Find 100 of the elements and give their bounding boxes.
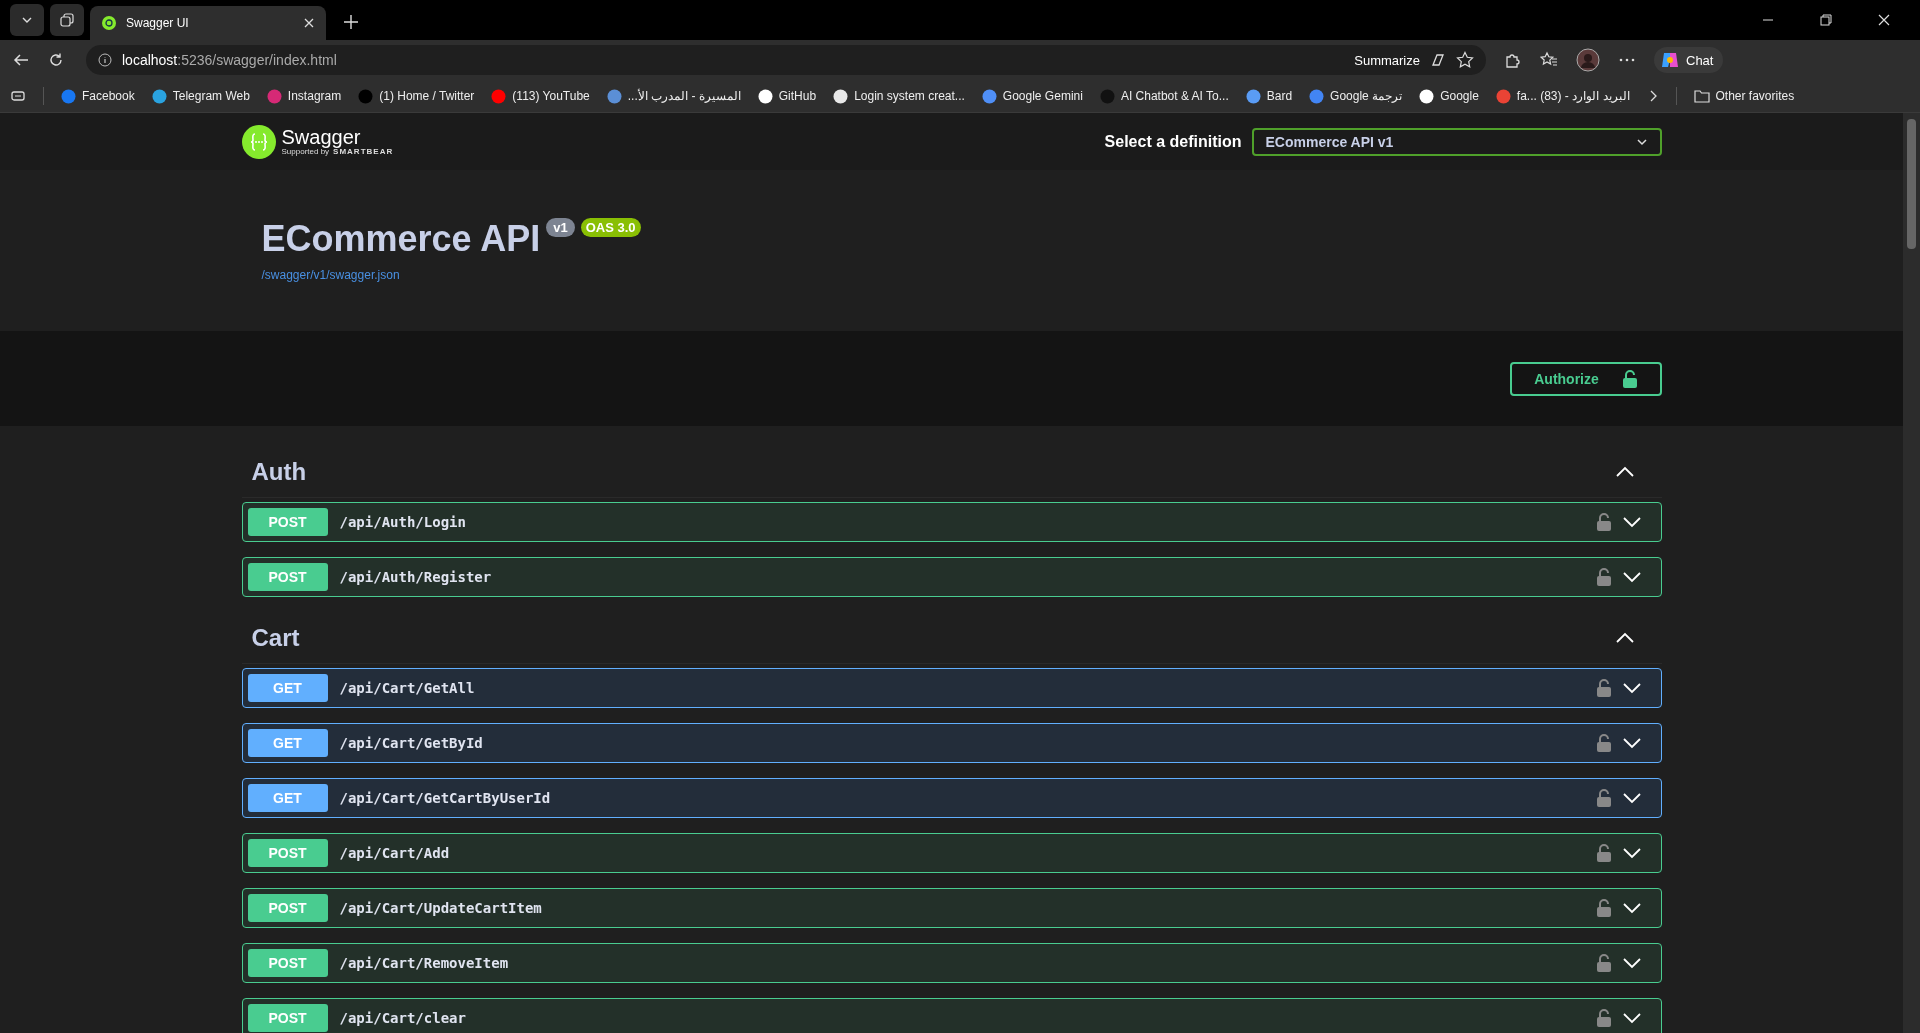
restore-icon[interactable] — [1820, 14, 1832, 26]
oas-tag: OAS 3.0 — [580, 218, 641, 237]
method-badge: POST — [247, 949, 328, 977]
unlocked-padlock-icon[interactable] — [1596, 679, 1611, 697]
chevron-down-icon[interactable] — [1622, 1012, 1641, 1024]
site-icon — [833, 88, 849, 104]
workspaces-button[interactable] — [50, 4, 84, 36]
bookmark-link[interactable]: (1) Home / Twitter — [358, 88, 475, 104]
reload-icon[interactable] — [48, 52, 64, 68]
endpoint-path: /api/Cart/GetCartByUserId — [339, 790, 551, 806]
site-icon — [358, 88, 374, 104]
endpoint-row[interactable]: GET /api/Cart/GetAll — [241, 668, 1662, 708]
bookmark-link[interactable]: Login system creat... — [833, 88, 965, 104]
chevron-down-icon[interactable] — [1622, 571, 1641, 583]
site-icon — [1099, 88, 1115, 104]
info-icon — [98, 53, 112, 67]
endpoint-path: /api/Cart/UpdateCartItem — [339, 900, 542, 916]
chevron-down-icon[interactable] — [1622, 957, 1641, 969]
site-icon — [1495, 88, 1511, 104]
bookmark-link[interactable]: GitHub — [757, 88, 817, 104]
unlocked-padlock-icon[interactable] — [1596, 844, 1611, 862]
method-badge: POST — [247, 563, 328, 591]
definition-label: Select a definition — [1104, 132, 1242, 151]
unlocked-padlock-icon[interactable] — [1596, 899, 1611, 917]
avatar-icon[interactable] — [1576, 48, 1600, 72]
address-bar[interactable]: localhost:5236/swagger/index.html Summarize — [86, 45, 1486, 75]
spec-link[interactable]: /swagger/v1/swagger.json — [261, 268, 400, 282]
bookmark-link[interactable]: Bard — [1245, 88, 1293, 104]
puzzle-piece-icon[interactable] — [1504, 51, 1522, 69]
chevron-down-icon[interactable] — [1622, 516, 1641, 528]
site-icon — [1309, 88, 1325, 104]
favorites-icon[interactable] — [1540, 51, 1558, 69]
unlocked-padlock-icon[interactable] — [1596, 513, 1611, 531]
site-icon — [606, 88, 622, 104]
api-title: ECommerce API — [261, 218, 541, 260]
endpoint-path: /api/Cart/Add — [339, 845, 450, 861]
browser-tab[interactable]: Swagger UI — [90, 6, 326, 40]
bookmark-link[interactable]: (113) YouTube — [491, 88, 590, 104]
endpoint-path: /api/Cart/RemoveItem — [339, 955, 509, 971]
section-title[interactable]: Cart — [251, 623, 300, 652]
summarize-button[interactable]: Summarize — [1354, 52, 1420, 68]
chevron-down-icon[interactable] — [1622, 902, 1641, 914]
bookmark-link[interactable]: Google ترجمة — [1309, 88, 1403, 104]
site-icon — [151, 88, 167, 104]
bookmark-link[interactable]: البريد الوارد - fa... (83) — [1495, 88, 1630, 104]
unlocked-padlock-icon — [1622, 369, 1637, 388]
endpoint-row[interactable]: POST /api/Cart/UpdateCartItem — [241, 888, 1662, 928]
close-icon[interactable] — [304, 18, 314, 28]
brand-name: Swagger — [281, 127, 362, 147]
reading-view-icon[interactable] — [10, 88, 26, 104]
endpoint-row[interactable]: POST /api/Cart/RemoveItem — [241, 943, 1662, 983]
endpoint-row[interactable]: GET /api/Cart/GetCartByUserId — [241, 778, 1662, 818]
bookmark-link[interactable]: المسيرة - المدرب الأ... — [606, 88, 741, 104]
chat-button[interactable]: Chat — [1654, 47, 1724, 73]
tab-list-button[interactable] — [10, 4, 44, 36]
authorize-button[interactable]: Authorize — [1509, 361, 1662, 396]
site-icon — [61, 88, 76, 104]
chevron-up-icon[interactable] — [1615, 631, 1634, 644]
bookmark-link[interactable]: Instagram — [266, 88, 342, 104]
bookmark-link[interactable]: Google — [1419, 88, 1479, 104]
other-favorites-link[interactable]: Other favorites — [1693, 89, 1795, 103]
chevron-down-icon[interactable] — [1622, 682, 1641, 694]
version-tag: v1 — [546, 218, 575, 237]
bookmark-link[interactable]: Telegram Web — [151, 88, 250, 104]
definition-select[interactable]: ECommerce API v1 — [1251, 127, 1662, 156]
chevron-up-icon[interactable] — [1615, 465, 1634, 478]
site-icon — [981, 88, 997, 104]
unlocked-padlock-icon[interactable] — [1596, 568, 1611, 586]
endpoint-path: /api/Cart/GetById — [339, 735, 483, 751]
endpoint-row[interactable]: POST /api/Auth/Login — [241, 502, 1662, 542]
supported-by-text: Supported by — [281, 147, 330, 156]
stacked-squares-icon — [59, 12, 75, 28]
chevron-down-icon[interactable] — [1622, 737, 1641, 749]
unlocked-padlock-icon[interactable] — [1596, 789, 1611, 807]
endpoint-path: /api/Auth/Register — [339, 569, 492, 585]
star-icon[interactable] — [1456, 51, 1474, 69]
endpoint-row[interactable]: POST /api/Auth/Register — [241, 557, 1662, 597]
endpoint-row[interactable]: POST /api/Cart/clear — [241, 998, 1662, 1033]
endpoint-path: /api/Auth/Login — [339, 514, 466, 530]
method-badge: POST — [247, 508, 328, 536]
bookmark-link[interactable]: AI Chatbot & AI To... — [1099, 88, 1229, 104]
close-icon[interactable] — [1878, 14, 1890, 26]
unlocked-padlock-icon[interactable] — [1596, 954, 1611, 972]
site-icon — [1245, 88, 1261, 104]
bookmark-link[interactable]: Facebook — [61, 88, 135, 104]
swagger-logo-icon — [241, 124, 276, 159]
new-tab-icon[interactable] — [344, 15, 358, 29]
method-badge: GET — [247, 729, 328, 757]
section-title[interactable]: Auth — [251, 457, 307, 486]
chevron-down-icon[interactable] — [1622, 847, 1641, 859]
method-badge: POST — [247, 894, 328, 922]
scrollbar[interactable] — [1903, 113, 1920, 1033]
method-badge: GET — [247, 674, 328, 702]
chevron-down-icon[interactable] — [1622, 792, 1641, 804]
endpoint-row[interactable]: POST /api/Cart/Add — [241, 833, 1662, 873]
bookmark-link[interactable]: Google Gemini — [981, 88, 1083, 104]
unlocked-padlock-icon[interactable] — [1596, 734, 1611, 752]
endpoint-row[interactable]: GET /api/Cart/GetById — [241, 723, 1662, 763]
unlocked-padlock-icon[interactable] — [1596, 1009, 1611, 1027]
folder-icon — [1693, 89, 1710, 103]
